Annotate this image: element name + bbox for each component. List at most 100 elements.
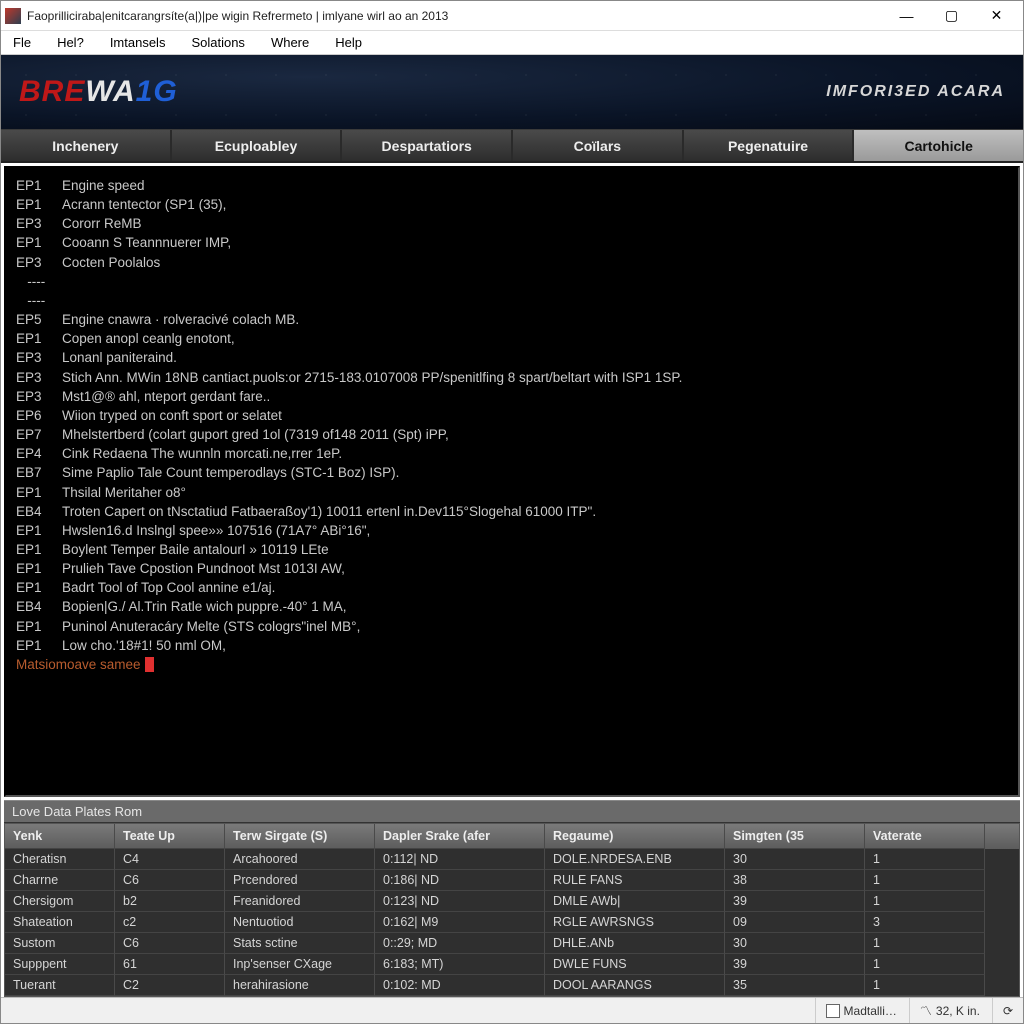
terminal-line: EP1Badrt Tool of Top Cool annine e1/aj. [16,578,1008,597]
table-cell: Chersigom [5,891,115,912]
table-cell: Stats sctine [225,933,375,954]
table-cell: 0:112| ND [375,849,545,870]
table-cell: DOLE.NRDESA.ENB [545,849,725,870]
table-cell: 1 [865,870,985,891]
table-cell: 6:183; MT) [375,954,545,975]
terminal-prompt[interactable]: Matsiomoave samee [16,655,1008,674]
menubar: Fle Hel? Imtansels Solations Where Help [1,31,1023,55]
terminal-line: EB4Bopien|G./ Al.Trin Ratle wich puppre.… [16,597,1008,616]
terminal-line: EP3Lonanl paniteraind. [16,348,1008,367]
app-icon [5,8,21,24]
table-header-cell[interactable]: Regaume) [545,824,725,849]
status-label-left: Madtalli… [844,1004,897,1018]
table-header-cell[interactable]: Teate Up [115,824,225,849]
data-table: YenkTeate UpTerw Sirgate (S)Dapler Srake… [4,823,1020,997]
table-cell: 1 [865,891,985,912]
table-cell: 0::29; MD [375,933,545,954]
titlebar: Faoprilliciraba|enitcarangrsíte(a|)|pe w… [1,1,1023,31]
terminal-line: EP5Engine cnawra · rolveracivé colach MB… [16,310,1008,329]
terminal-line: EP1Engine speed [16,176,1008,195]
menu-help2[interactable]: Help [331,33,366,52]
data-panel-title: Love Data Plates Rom [4,800,1020,823]
terminal-line: EP1Puninol Anuteracáry Melte (STS cologr… [16,617,1008,636]
table-header-cell[interactable]: Simgten (35 [725,824,865,849]
table-cell: DWLE FUNS [545,954,725,975]
table-cell: Prcendored [225,870,375,891]
table-cell: c2 [115,912,225,933]
status-refresh[interactable]: ⟳ [992,998,1013,1023]
table-cell: 39 [725,954,865,975]
tab-inchenery[interactable]: Inchenery [1,130,172,161]
table-cell: 1 [865,954,985,975]
table-row[interactable]: SustomC6Stats sctine0::29; MDDHLE.ANb301 [5,933,1019,954]
menu-help1[interactable]: Hel? [53,33,88,52]
table-cell: Supppent [5,954,115,975]
terminal-line: EP1Cooann S Teannnuerer IMP, [16,233,1008,252]
brand-subtitle: IMFORI3ED ACARA [826,83,1005,101]
table-cell: C6 [115,933,225,954]
close-button[interactable]: ✕ [974,2,1019,30]
document-icon [826,1004,840,1018]
table-header-cell[interactable]: Vaterate [865,824,985,849]
table-row[interactable]: TuerantC2herahirasione0:102: MDDOOL AARA… [5,975,1019,996]
terminal-line: ---- [16,291,1008,310]
logo-part2: WA [85,75,135,108]
table-cell: C2 [115,975,225,996]
table-header-cell[interactable]: Terw Sirgate (S) [225,824,375,849]
table-row[interactable]: Shateationc2Nentuotiod0:162| M9RGLE AWRS… [5,912,1019,933]
table-cell: 30 [725,849,865,870]
terminal-line: EP3Cocten Poolalos [16,253,1008,272]
table-row[interactable]: Chersigomb2Freanidored0:123| NDDMLE AWb|… [5,891,1019,912]
menu-imtansels[interactable]: Imtansels [106,33,170,52]
terminal-line: EP3Cororr ReMB [16,214,1008,233]
table-cell: Charrne [5,870,115,891]
table-cell: RULE FANS [545,870,725,891]
menu-solations[interactable]: Solations [187,33,248,52]
table-cell: Inp'senser CXage [225,954,375,975]
table-cell: 0:186| ND [375,870,545,891]
table-cell: 30 [725,933,865,954]
table-cell: 35 [725,975,865,996]
terminal-line: ---- [16,272,1008,291]
terminal-line: EP3Stich Ann. MWin 18NB cantiact.puols:o… [16,368,1008,387]
brand-logo: BREWA1G [19,75,178,109]
table-cell: RGLE AWRSNGS [545,912,725,933]
table-header-cell[interactable]: Dapler Srake (afer [375,824,545,849]
table-header: YenkTeate UpTerw Sirgate (S)Dapler Srake… [5,824,1019,849]
table-cell: Nentuotiod [225,912,375,933]
window-title: Faoprilliciraba|enitcarangrsíte(a|)|pe w… [27,9,884,23]
logo-part1: BRE [19,75,85,108]
table-cell: 0:162| M9 [375,912,545,933]
table-cell: b2 [115,891,225,912]
table-cell: 1 [865,975,985,996]
tab-coïlars[interactable]: Coïlars [513,130,684,161]
terminal-line: EP7Mhelstertberd (colart guport gred 1ol… [16,425,1008,444]
status-net[interactable]: 〽 32, K in. [909,998,980,1023]
status-label-right: 32, K in. [936,1004,980,1018]
terminal-line: EP1Hwslen16.d Inslngl spee»» 107516 (71A… [16,521,1008,540]
terminal-panel[interactable]: EP1Engine speedEP1Acrann tentector (SP1 … [4,166,1020,797]
tab-cartohicle[interactable]: Cartohicle [854,130,1023,161]
tab-despartatiors[interactable]: Despartatiors [342,130,513,161]
tab-ecuploabley[interactable]: Ecuploabley [172,130,343,161]
table-header-cell[interactable]: Yenk [5,824,115,849]
table-row[interactable]: CharrneC6Prcendored0:186| NDRULE FANS381 [5,870,1019,891]
table-row[interactable]: CheratisnC4Arcahoored0:112| NDDOLE.NRDES… [5,849,1019,870]
minimize-button[interactable]: — [884,2,929,30]
table-row[interactable]: Supppent61Inp'senser CXage6:183; MT)DWLE… [5,954,1019,975]
table-cell: DOOL AARANGS [545,975,725,996]
table-cell: 61 [115,954,225,975]
status-doc[interactable]: Madtalli… [815,998,897,1023]
table-cell: DMLE AWb| [545,891,725,912]
menu-where[interactable]: Where [267,33,313,52]
tab-pegenatuire[interactable]: Pegenatuire [684,130,855,161]
menu-file[interactable]: Fle [9,33,35,52]
maximize-button[interactable]: ▢ [929,2,974,30]
table-cell: 09 [725,912,865,933]
table-cell: Freanidored [225,891,375,912]
table-cell: 1 [865,849,985,870]
table-cell: Shateation [5,912,115,933]
terminal-line: EP1Boylent Temper Baile antalourI » 1011… [16,540,1008,559]
table-cell: C6 [115,870,225,891]
table-cell: 0:102: MD [375,975,545,996]
